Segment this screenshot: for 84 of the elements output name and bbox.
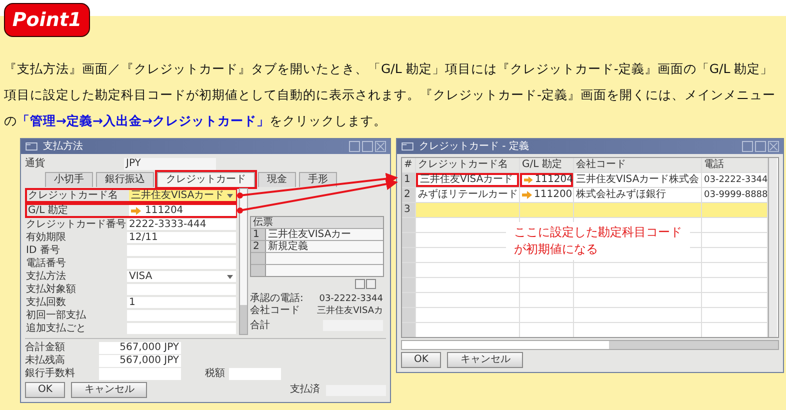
field-label: 初回一部支払 xyxy=(26,310,87,321)
minimize-button[interactable] xyxy=(742,141,753,152)
column-header: # xyxy=(402,158,416,172)
editing-row[interactable]: 3 xyxy=(402,202,768,217)
scroll-left-button[interactable] xyxy=(355,279,365,289)
close-button[interactable] xyxy=(768,141,779,152)
row-number: 2 xyxy=(251,241,266,252)
currency-label: 通貨 xyxy=(25,158,46,170)
column-header: G/L 勘定 xyxy=(520,158,574,172)
currency-field[interactable]: JPY xyxy=(124,158,216,170)
field-label: クレジットカード名 xyxy=(28,190,119,201)
info-value: 三井住友VISAカ xyxy=(317,305,383,317)
tab[interactable]: 手形 xyxy=(299,172,337,187)
scroll-right-button[interactable] xyxy=(366,279,376,289)
field-label: 支払回数 xyxy=(26,297,67,308)
input-field[interactable] xyxy=(127,245,236,256)
info-label: 承認の電話: xyxy=(250,293,304,304)
field-label: クレジットカード番号 xyxy=(26,219,127,230)
input-field[interactable]: 12/11 xyxy=(127,232,236,243)
total-label: 合計金額 xyxy=(25,342,66,354)
total-field: 567,000 JPY xyxy=(99,342,181,354)
cancel-button[interactable]: キャンセル xyxy=(71,382,148,398)
info-value: 03-2222-3344 xyxy=(319,293,383,305)
total-field: 567,000 JPY xyxy=(99,355,181,367)
intro-paragraph: 『支払方法』画面／『クレジットカード』タブを開いたとき、「G/L 勘定」項目には『クレジットカード-定義』画面の「G/L 勘定」項目に設定した勘定科目コードが初期値として自動的に表示されます。『クレジットカード-定義』画面を開くには、メインメニューの「管理→定義→入出金→クレジットカード」をクリックします。 xyxy=(3,60,777,130)
caret-icon[interactable] xyxy=(227,274,233,278)
maximize-button[interactable] xyxy=(755,141,766,152)
info-label: 会社コード xyxy=(250,305,300,317)
column-header: 会社コード xyxy=(574,158,702,172)
callout-note: ここに設定した勘定科目コード が初期値になる xyxy=(506,222,690,260)
window-icon xyxy=(401,142,414,151)
tax-field[interactable] xyxy=(229,368,281,380)
tab[interactable]: 銀行振込 xyxy=(96,172,154,187)
input-field[interactable]: 1 xyxy=(127,297,236,308)
scrollbar[interactable] xyxy=(239,188,248,335)
input-field[interactable]: 111204 xyxy=(129,205,236,216)
input-field[interactable] xyxy=(127,258,236,269)
minimize-button[interactable] xyxy=(349,141,360,152)
input-field[interactable] xyxy=(127,323,236,334)
field-label: 支払方法 xyxy=(26,271,67,282)
menu-path-link[interactable]: 「管理→定義→入出金→クレジットカード」 xyxy=(17,113,270,128)
row-number: 1 xyxy=(251,229,266,240)
column-header: 伝票 xyxy=(251,217,383,228)
table-cell: 三井住友VISAカード株式会 xyxy=(574,173,702,187)
window-icon xyxy=(25,142,38,151)
subtotal-label: 合計 xyxy=(250,320,270,332)
input-field[interactable] xyxy=(127,284,236,295)
link-arrow-icon[interactable] xyxy=(131,206,141,214)
scrollbar[interactable] xyxy=(768,158,777,337)
input-field[interactable]: 三井住友VISAカード xyxy=(129,190,236,201)
table-cell: 新規定義 xyxy=(266,241,383,252)
ok-button[interactable]: OK xyxy=(401,352,442,368)
total-label: 未払残高 xyxy=(25,355,66,367)
row-number: 3 xyxy=(402,203,416,217)
column-header: クレジットカード名 xyxy=(416,158,520,172)
close-button[interactable] xyxy=(375,141,386,152)
field-label: G/L 勘定 xyxy=(28,205,69,216)
paid-label: 支払済 xyxy=(290,384,320,396)
row-number: 1 xyxy=(402,173,416,187)
field-label: 電話番号 xyxy=(26,258,67,269)
row-number: 2 xyxy=(402,188,416,202)
fee-field[interactable] xyxy=(99,368,181,380)
maximize-button[interactable] xyxy=(362,141,373,152)
field-label: 有効期限 xyxy=(26,232,67,243)
table-cell: 三井住友VISAカー xyxy=(266,229,383,240)
cancel-button[interactable]: キャンセル xyxy=(447,352,524,368)
tab[interactable]: 小切手 xyxy=(45,172,93,187)
tab[interactable]: 現金 xyxy=(258,172,296,187)
ok-button[interactable]: OK xyxy=(25,382,66,398)
input-field[interactable]: 2222-3333-444 xyxy=(127,219,236,230)
input-field[interactable]: VISA xyxy=(127,271,236,282)
caret-icon[interactable] xyxy=(227,194,233,198)
tax-label: 税額 xyxy=(205,368,225,380)
window-title: 支払方法 xyxy=(43,140,83,152)
field-label: 支払対象額 xyxy=(26,284,77,295)
table-cell: 三井住友VISAカード xyxy=(416,173,520,187)
horizontal-scrollbar[interactable] xyxy=(401,340,779,350)
field-label: 追加支払ごと xyxy=(26,323,87,334)
field-label: ID 番号 xyxy=(26,245,61,256)
input-field[interactable] xyxy=(127,310,236,321)
tab[interactable]: クレジットカード xyxy=(157,172,255,187)
point-badge: Point1 xyxy=(4,3,90,37)
fee-label: 銀行手数料 xyxy=(25,368,76,380)
window-title: クレジットカード - 定義 xyxy=(419,140,529,152)
